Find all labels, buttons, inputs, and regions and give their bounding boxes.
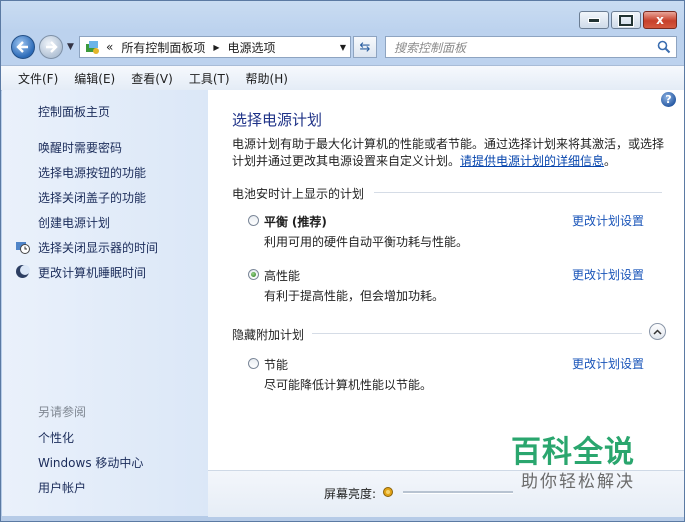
radio-balanced[interactable] bbox=[248, 215, 259, 226]
radio-high-performance[interactable] bbox=[248, 269, 259, 280]
close-button[interactable]: x bbox=[643, 11, 677, 29]
watermark-logo: 百科全说 助你轻松解决 bbox=[491, 427, 661, 497]
control-panel-window: x ▼ « 所有控制面板项 ▶ 电源选项 ▼ ⇆ 文件(F) 编辑(E) 查看(… bbox=[0, 0, 685, 522]
menu-bar: 文件(F) 编辑(E) 查看(V) 工具(T) 帮助(H) bbox=[1, 65, 684, 91]
watermark-title: 百科全说 bbox=[511, 435, 635, 470]
sidebar-link-wake-password[interactable]: 唤醒时需要密码 bbox=[38, 139, 122, 156]
task-pane: 控制面板主页 唤醒时需要密码 选择电源按钮的功能 选择关闭盖子的功能 创建电源计… bbox=[2, 90, 208, 516]
plan-description: 有利于提高性能，但会增加功耗。 bbox=[264, 289, 445, 303]
sidebar-link-create-plan[interactable]: 创建电源计划 bbox=[38, 214, 110, 231]
intro-text: 电源计划有助于最大化计算机的性能或者节能。通过选择计划来将其激活，或选择计划并通… bbox=[232, 136, 672, 170]
group-divider bbox=[312, 333, 642, 334]
forward-button[interactable] bbox=[39, 35, 63, 59]
change-plan-high-performance-link[interactable]: 更改计划设置 bbox=[572, 266, 644, 283]
menu-file[interactable]: 文件(F) bbox=[18, 70, 58, 87]
help-icon[interactable]: ? bbox=[661, 92, 676, 107]
plan-name: 节能 bbox=[264, 358, 289, 372]
radio-power-saver[interactable] bbox=[248, 358, 259, 369]
breadcrumb-all-items[interactable]: 所有控制面板项 bbox=[121, 39, 205, 56]
minimize-icon bbox=[588, 17, 600, 23]
moon-sleep-icon bbox=[16, 265, 30, 278]
see-also-heading: 另请参阅 bbox=[38, 405, 87, 419]
close-icon: x bbox=[656, 13, 664, 27]
refresh-button[interactable]: ⇆ bbox=[353, 36, 377, 58]
recent-pages-dropdown[interactable]: ▼ bbox=[67, 42, 74, 52]
address-overflow[interactable]: « bbox=[106, 40, 113, 54]
plan-description: 利用可用的硬件自动平衡功耗与性能。 bbox=[264, 235, 469, 249]
chevron-up-icon bbox=[653, 328, 662, 335]
see-also-personalization[interactable]: 个性化 bbox=[38, 429, 74, 446]
minimize-button[interactable] bbox=[579, 11, 609, 29]
see-also-user-accounts[interactable]: 用户帐户 bbox=[38, 479, 86, 496]
maximize-icon bbox=[619, 14, 633, 26]
brightness-label: 屏幕亮度: bbox=[324, 487, 377, 501]
see-also-mobility-center[interactable]: Windows 移动中心 bbox=[38, 454, 143, 471]
plan-name: 平衡 (推荐) bbox=[264, 215, 327, 229]
change-plan-power-saver-link[interactable]: 更改计划设置 bbox=[572, 355, 644, 372]
maximize-button[interactable] bbox=[611, 11, 641, 29]
control-panel-icon bbox=[86, 41, 99, 54]
sidebar-link-lid[interactable]: 选择关闭盖子的功能 bbox=[38, 189, 146, 206]
page-title: 选择电源计划 bbox=[232, 111, 323, 129]
sun-icon bbox=[383, 487, 393, 497]
plan-description: 尽可能降低计算机性能以节能。 bbox=[264, 378, 433, 392]
address-bar[interactable]: « 所有控制面板项 ▶ 电源选项 ▼ bbox=[79, 36, 351, 58]
menu-help[interactable]: 帮助(H) bbox=[246, 70, 288, 87]
collapse-hidden-plans-button[interactable] bbox=[649, 323, 666, 340]
sidebar-link-display-off[interactable]: 选择关闭显示器的时间 bbox=[38, 239, 158, 256]
watermark-subtitle: 助你轻松解决 bbox=[521, 472, 635, 492]
search-icon[interactable] bbox=[657, 40, 671, 54]
menu-view[interactable]: 查看(V) bbox=[131, 70, 173, 87]
hidden-plans-heading: 隐藏附加计划 bbox=[232, 328, 305, 342]
sidebar-link-power-button[interactable]: 选择电源按钮的功能 bbox=[38, 164, 146, 181]
intro-tail: 。 bbox=[604, 154, 617, 168]
sidebar-link-sleep-time[interactable]: 更改计算机睡眠时间 bbox=[38, 264, 146, 281]
menu-tools[interactable]: 工具(T) bbox=[189, 70, 230, 87]
sidebar-home-link[interactable]: 控制面板主页 bbox=[38, 103, 110, 120]
plan-name: 高性能 bbox=[264, 269, 301, 283]
search-box[interactable] bbox=[385, 36, 677, 58]
search-input[interactable] bbox=[392, 39, 646, 57]
battery-plans-heading: 电池安时计上显示的计划 bbox=[232, 187, 365, 201]
refresh-icon: ⇆ bbox=[359, 39, 371, 55]
menu-edit[interactable]: 编辑(E) bbox=[74, 70, 115, 87]
group-divider bbox=[374, 192, 662, 193]
plan-info-link[interactable]: 请提供电源计划的详细信息 bbox=[460, 154, 604, 168]
arrow-right-icon bbox=[46, 41, 58, 53]
breadcrumb-power-options[interactable]: 电源选项 bbox=[228, 39, 276, 56]
display-clock-icon bbox=[16, 242, 30, 254]
address-dropdown[interactable]: ▼ bbox=[340, 43, 346, 52]
back-button[interactable] bbox=[11, 35, 35, 59]
breadcrumb-separator[interactable]: ▶ bbox=[213, 43, 219, 52]
change-plan-balanced-link[interactable]: 更改计划设置 bbox=[572, 212, 644, 229]
arrow-left-icon bbox=[16, 41, 28, 53]
